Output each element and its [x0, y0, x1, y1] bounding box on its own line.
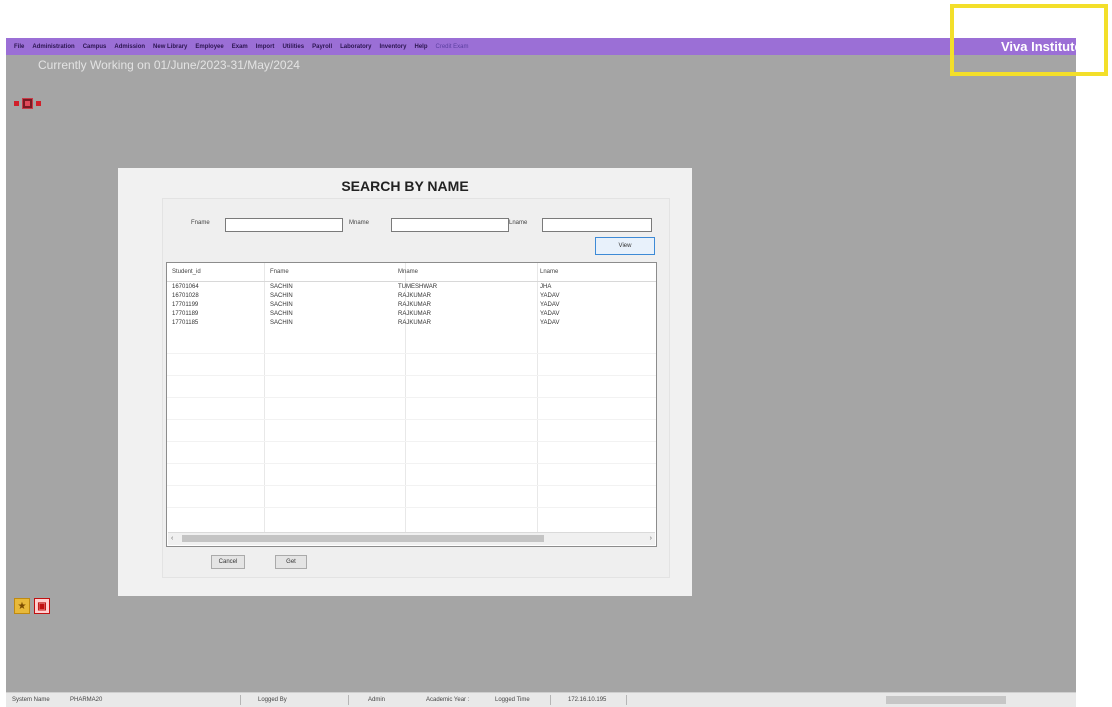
status-progress-bar [886, 696, 1006, 704]
row-divider [167, 507, 656, 508]
fname-input[interactable] [225, 218, 343, 232]
row-divider [167, 419, 656, 420]
status-divider [348, 695, 349, 705]
menu-administration[interactable]: Administration [32, 44, 74, 50]
table-cell[interactable]: 17701189 [172, 311, 198, 317]
menu-payroll[interactable]: Payroll [312, 44, 332, 50]
results-grid[interactable]: Student_id Fname Mname Lname 16701064 SA… [166, 262, 657, 547]
menu-inventory[interactable]: Inventory [379, 44, 406, 50]
table-cell[interactable]: SACHIN [270, 311, 293, 317]
academic-year-label: Academic Year : [426, 697, 470, 703]
working-period-text: Currently Working on 01/June/2023-31/May… [38, 58, 300, 72]
table-cell[interactable]: YADAV [540, 311, 559, 317]
table-cell[interactable]: 17701199 [172, 302, 198, 308]
app-icon[interactable] [22, 98, 33, 109]
menu-help[interactable]: Help [414, 44, 427, 50]
column-header-fname[interactable]: Fname [270, 269, 289, 275]
menu-exam[interactable]: Exam [232, 44, 248, 50]
status-bar: System Name PHARMA20 Logged By Admin Aca… [6, 692, 1076, 707]
menu-import[interactable]: Import [256, 44, 275, 50]
scroll-left-icon[interactable]: ‹ [171, 533, 173, 545]
table-cell[interactable]: TUMESHWAR [398, 284, 437, 290]
table-cell[interactable]: RAJKUMAR [398, 320, 431, 326]
row-divider [167, 485, 656, 486]
lname-label: Lname [509, 220, 528, 226]
view-button[interactable]: View [595, 237, 655, 255]
system-name-value: PHARMA20 [70, 697, 103, 703]
column-header-student-id[interactable]: Student_id [172, 269, 201, 275]
row-divider [167, 441, 656, 442]
get-button[interactable]: Get [275, 555, 307, 569]
table-cell[interactable]: JHA [540, 284, 551, 290]
logged-time-label: Logged Time [495, 697, 530, 703]
menu-laboratory[interactable]: Laboratory [340, 44, 371, 50]
row-divider [167, 353, 656, 354]
menu-utilities[interactable]: Utilities [282, 44, 304, 50]
status-divider [626, 695, 627, 705]
cancel-button[interactable]: Cancel [211, 555, 245, 569]
table-cell[interactable]: 16701028 [172, 293, 199, 299]
scroll-right-icon[interactable]: › [650, 533, 652, 545]
row-divider [167, 397, 656, 398]
row-divider [167, 463, 656, 464]
logged-by-label: Logged By [258, 697, 287, 703]
table-cell[interactable]: RAJKUMAR [398, 293, 431, 299]
table-cell[interactable]: SACHIN [270, 302, 293, 308]
table-cell[interactable]: RAJKUMAR [398, 311, 431, 317]
table-cell[interactable]: YADAV [540, 320, 559, 326]
menu-items: File Administration Campus Admission New… [14, 38, 469, 55]
status-divider [240, 695, 241, 705]
search-by-name-dialog: SEARCH BY NAME Fname Mname Lname View Ca… [118, 168, 692, 596]
scrollbar-thumb[interactable] [182, 535, 544, 542]
table-cell[interactable]: 16701064 [172, 284, 199, 290]
header-separator [167, 281, 656, 282]
highlight-box [950, 4, 1108, 76]
status-divider [550, 695, 551, 705]
lname-input[interactable] [542, 218, 652, 232]
menu-bar: File Administration Campus Admission New… [6, 38, 1076, 55]
column-header-mname[interactable]: Mname [398, 269, 418, 275]
dialog-title: SEARCH BY NAME [341, 178, 469, 194]
red-square-icon[interactable] [14, 101, 19, 106]
bottom-left-icons: ★ ▣ [14, 598, 50, 614]
table-cell[interactable]: YADAV [540, 293, 559, 299]
menu-file[interactable]: File [14, 44, 24, 50]
logged-by-value: Admin [368, 697, 386, 703]
menu-credit-exam[interactable]: Credit Exam [436, 44, 469, 50]
table-cell[interactable]: RAJKUMAR [398, 302, 431, 308]
menu-employee[interactable]: Employee [195, 44, 223, 50]
system-name-label: System Name [12, 697, 50, 703]
fname-label: Fname [191, 220, 210, 226]
table-cell[interactable]: YADAV [540, 302, 559, 308]
row-divider [167, 375, 656, 376]
table-cell[interactable]: SACHIN [270, 293, 293, 299]
menu-admission[interactable]: Admission [114, 44, 145, 50]
menu-campus[interactable]: Campus [83, 44, 107, 50]
table-cell[interactable]: 17701185 [172, 320, 198, 326]
red-square-icon[interactable] [36, 101, 41, 106]
mname-label: Mname [349, 220, 370, 226]
mname-input[interactable] [391, 218, 509, 232]
table-cell[interactable]: SACHIN [270, 284, 293, 290]
menu-new-library[interactable]: New Library [153, 44, 187, 50]
pdf-icon[interactable]: ▣ [34, 598, 50, 614]
toolbar-icons [14, 98, 41, 109]
folder-icon[interactable]: ★ [14, 598, 30, 614]
column-header-lname[interactable]: Lname [540, 269, 558, 275]
logged-time-value: 172.16.10.195 [568, 697, 607, 703]
horizontal-scrollbar[interactable]: ‹ › [168, 532, 655, 545]
table-cell[interactable]: SACHIN [270, 320, 293, 326]
